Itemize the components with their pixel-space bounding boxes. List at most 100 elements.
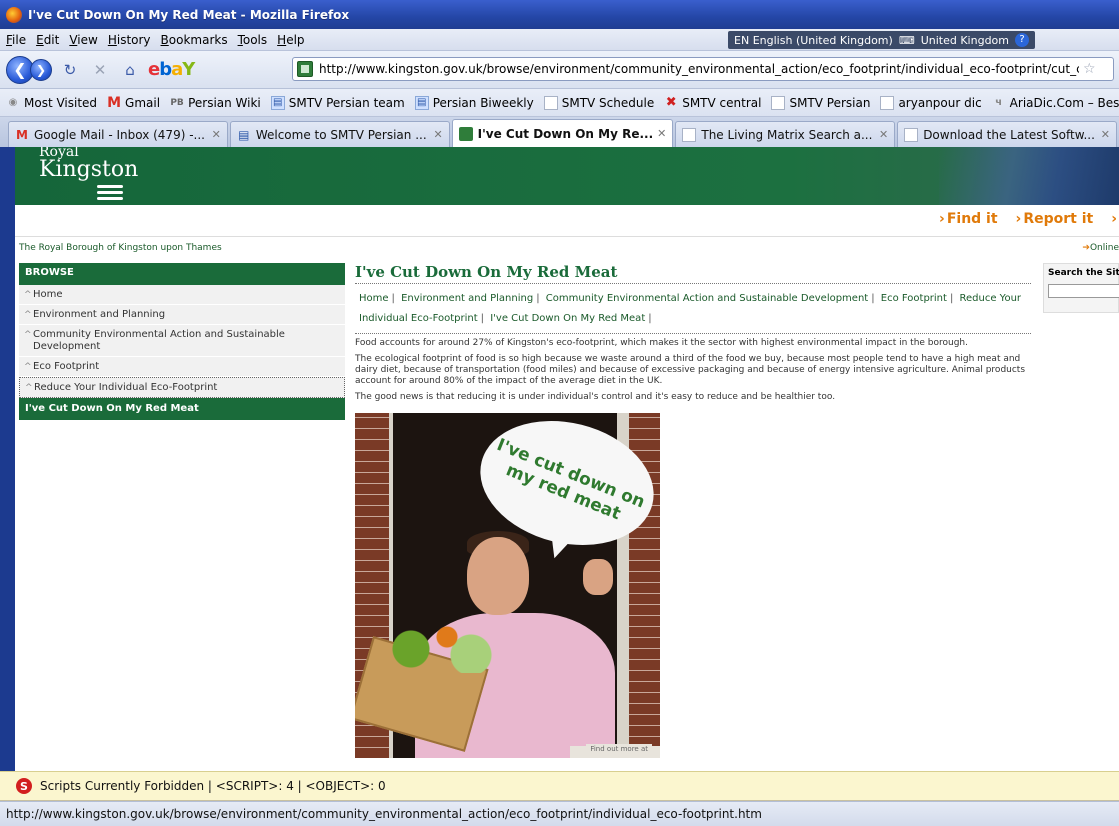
borough-name: The Royal Borough of Kingston upon Thame… — [19, 243, 222, 253]
sidebar-item-red-meat[interactable]: I've Cut Down On My Red Meat — [19, 398, 345, 420]
menu-help[interactable]: Help — [277, 33, 304, 47]
sidebar-item-eco-footprint[interactable]: Eco Footprint — [19, 357, 345, 377]
close-icon[interactable]: ✕ — [212, 128, 221, 141]
smtv-central-icon: ✖ — [665, 95, 677, 110]
gmail-icon: M — [107, 94, 122, 111]
main-content: I've Cut Down On My Red Meat Home | Envir… — [355, 263, 1031, 758]
bookmark-smtv-persian-team[interactable]: ▤ SMTV Persian team — [270, 95, 405, 110]
site-header: Royal Kingston › Find it › Report it › — [15, 147, 1119, 237]
kingston-logo[interactable]: Royal Kingston — [39, 147, 138, 203]
window-titlebar: I've Cut Down On My Red Meat - Mozilla F… — [0, 0, 1119, 29]
search-input[interactable] — [1048, 284, 1119, 298]
noscript-notification[interactable]: S Scripts Currently Forbidden | <SCRIPT>… — [0, 771, 1119, 801]
menu-bookmarks[interactable]: Bookmarks — [161, 33, 228, 47]
page-icon — [682, 127, 697, 142]
site-search: Search the Site — [1043, 263, 1119, 313]
sidebar-item-reduce-footprint[interactable]: Reduce Your Individual Eco-Footprint — [19, 377, 345, 398]
sidebar-item-home[interactable]: Home — [19, 285, 345, 305]
status-bar: http://www.kingston.gov.uk/browse/enviro… — [0, 801, 1119, 826]
keyboard-icon: ⌨ — [898, 33, 915, 47]
ebay-search-icon[interactable]: ebaY — [148, 59, 195, 80]
navigation-toolbar: ❮ ❯ ↻ ✕ ⌂ ebaY http://www.kingston.gov.u… — [0, 51, 1119, 89]
tab-download-software[interactable]: Download the Latest Softw... ✕ — [897, 121, 1118, 147]
bookmark-smtv-schedule[interactable]: SMTV Schedule — [543, 95, 654, 110]
noscript-text: Scripts Currently Forbidden | <SCRIPT>: … — [40, 779, 386, 793]
help-icon[interactable]: ? — [1015, 33, 1029, 47]
photo-caption: Find out more at — [586, 744, 652, 754]
close-icon[interactable]: ✕ — [879, 128, 888, 141]
paragraph: Food accounts for around 27% of Kingston… — [355, 338, 969, 348]
noscript-icon[interactable]: S — [16, 778, 32, 794]
campaign-photo: I've cut down on my red meat Find out mo… — [355, 413, 660, 758]
page-icon — [904, 127, 919, 142]
page-icon — [880, 95, 895, 110]
online-link[interactable]: ➔Online — [1082, 243, 1119, 253]
more-quick-link[interactable]: › — [1111, 211, 1119, 227]
find-it-link[interactable]: › Find it — [939, 211, 998, 227]
page-icon — [543, 95, 558, 110]
forward-button[interactable]: ❯ — [30, 58, 52, 81]
tab-strip: M Google Mail - Inbox (479) -... ✕ ▤ Wel… — [0, 117, 1119, 147]
smtv-icon: ▤ — [414, 95, 429, 110]
bookmark-gmail[interactable]: M Gmail — [107, 94, 160, 111]
article-body: Food accounts for around 27% of Kingston… — [355, 334, 1031, 403]
tab-red-meat[interactable]: I've Cut Down On My Re... ✕ — [451, 119, 674, 147]
waves-icon — [97, 185, 123, 200]
address-bar[interactable]: http://www.kingston.gov.uk/browse/enviro… — [292, 57, 1114, 81]
bookmark-persian-biweekly[interactable]: ▤ Persian Biweekly — [414, 95, 534, 110]
smtv-icon: ▤ — [238, 127, 250, 142]
crumb-home[interactable]: Home — [359, 293, 389, 304]
smtv-icon: ▤ — [270, 95, 285, 110]
menu-tools[interactable]: Tools — [238, 33, 268, 47]
report-it-link[interactable]: › Report it — [1016, 211, 1094, 227]
site-favicon-icon — [458, 126, 473, 141]
menu-history[interactable]: History — [108, 33, 151, 47]
tab-smtv-persian[interactable]: ▤ Welcome to SMTV Persian ... ✕ — [229, 121, 450, 147]
close-icon[interactable]: ✕ — [433, 128, 442, 141]
bookmark-ariadic[interactable]: чAriaDic.Com – Best Or — [992, 96, 1119, 110]
menu-bar: File Edit View History Bookmarks Tools H… — [0, 29, 1119, 51]
bookmark-aryanpour-dic[interactable]: aryanpour dic — [880, 95, 982, 110]
stop-icon[interactable]: ✕ — [88, 61, 112, 79]
sidebar: BROWSE Home Environment and Planning Com… — [19, 263, 345, 420]
crumb-red-meat[interactable]: I've Cut Down On My Red Meat — [490, 313, 645, 324]
bookmarks-toolbar: ◉ Most Visited M Gmail PB Persian Wiki ▤ SMT… — [0, 89, 1119, 117]
keyboard-selector[interactable]: United Kingdom — [921, 34, 1009, 47]
sidebar-item-environment[interactable]: Environment and Planning — [19, 305, 345, 325]
menu-file[interactable]: File — [6, 33, 26, 47]
close-icon[interactable]: ✕ — [1101, 128, 1110, 141]
paragraph: The good news is that reducing it is und… — [355, 392, 836, 402]
menu-view[interactable]: View — [69, 33, 97, 47]
page-title: I've Cut Down On My Red Meat — [355, 263, 1031, 284]
reload-icon[interactable]: ↻ — [58, 61, 82, 79]
bookmark-smtv-central[interactable]: ✖ SMTV central — [664, 95, 762, 110]
gmail-icon: M — [16, 127, 28, 142]
pb-icon: PB — [170, 97, 184, 108]
bookmark-most-visited[interactable]: ◉ Most Visited — [6, 96, 97, 110]
crumb-community[interactable]: Community Environmental Action and Susta… — [546, 293, 868, 304]
menu-edit[interactable]: Edit — [36, 33, 59, 47]
tab-gmail[interactable]: M Google Mail - Inbox (479) -... ✕ — [8, 121, 228, 147]
url-input[interactable]: http://www.kingston.gov.uk/browse/enviro… — [319, 62, 1079, 76]
page-viewport: Royal Kingston › Find it › Report it › The… — [15, 147, 1119, 771]
sidebar-item-community[interactable]: Community Environmental Action and Susta… — [19, 325, 345, 357]
crumb-eco-footprint[interactable]: Eco Footprint — [881, 293, 947, 304]
language-selector[interactable]: EN English (United Kingdom) — [734, 34, 893, 47]
site-favicon-icon — [297, 61, 313, 77]
firefox-icon — [6, 6, 22, 23]
crumb-environment[interactable]: Environment and Planning — [401, 293, 533, 304]
paragraph: The ecological footprint of food is so h… — [355, 354, 1026, 386]
bookmark-star-icon[interactable]: ☆ — [1083, 61, 1096, 77]
ariadic-icon: ч — [995, 97, 1003, 108]
bookmark-smtv-persian[interactable]: SMTV Persian — [771, 95, 870, 110]
language-bar[interactable]: EN English (United Kingdom) ⌨ United Kin… — [728, 31, 1035, 49]
close-icon[interactable]: ✕ — [657, 127, 666, 140]
bookmark-persian-wiki[interactable]: PB Persian Wiki — [170, 96, 260, 110]
tab-living-matrix[interactable]: The Living Matrix Search a... ✕ — [675, 121, 896, 147]
breadcrumb: Home | Environment and Planning | Communit… — [355, 284, 1031, 334]
header-image — [939, 147, 1119, 207]
home-icon[interactable]: ⌂ — [118, 61, 142, 79]
page-icon — [771, 95, 786, 110]
search-label: Search the Site — [1048, 268, 1119, 278]
browse-heading: BROWSE — [19, 263, 345, 285]
